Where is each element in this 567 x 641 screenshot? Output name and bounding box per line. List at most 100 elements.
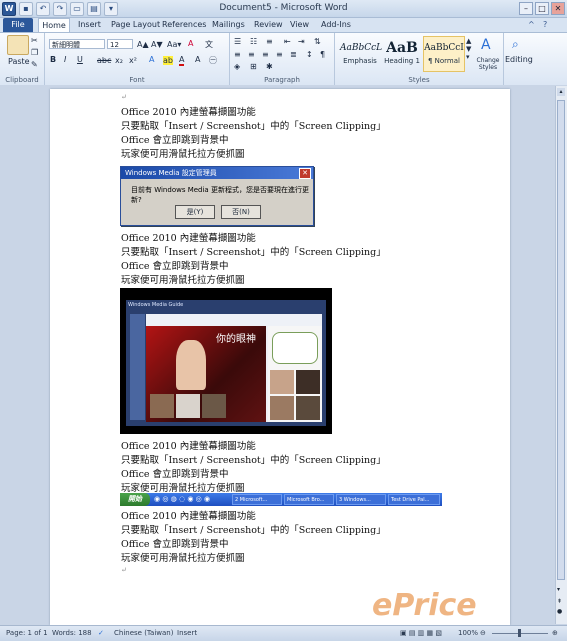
highlight-button[interactable]: ab [163, 56, 173, 65]
justify-icon[interactable]: ≡ [276, 50, 283, 59]
minimize-icon[interactable]: – [519, 2, 533, 15]
dialog-no-button: 否(N) [221, 205, 261, 219]
thumbnail [202, 394, 226, 418]
media-guide-content: 你的眼神 [146, 314, 322, 422]
copy-icon[interactable]: ❐ [31, 48, 38, 57]
tab-references[interactable]: References [162, 18, 206, 32]
styles-label: Styles [408, 76, 430, 84]
binoculars-icon[interactable]: ⌕ [512, 37, 519, 52]
maximize-icon[interactable]: □ [535, 2, 549, 15]
shrink-font-button[interactable]: A▼ [151, 40, 163, 49]
font-family-select[interactable]: 新細明體 [49, 39, 105, 49]
text-line: 玩家便可用滑鼠托拉方便抓圖 [121, 483, 245, 494]
insert-mode[interactable]: Insert [177, 629, 197, 637]
media-guide-tab: Windows Media Guide [128, 302, 184, 308]
increase-indent-icon[interactable]: ⇥ [298, 37, 305, 46]
scroll-down-icon[interactable]: ▾ [557, 586, 560, 593]
font-size-select[interactable]: 12 [107, 39, 133, 49]
style-sample: AaBbCcI [424, 43, 464, 53]
multilevel-list-icon[interactable]: ≡ [266, 37, 273, 46]
paragraph-label: Paragraph [264, 76, 300, 84]
tab-home[interactable]: Home [38, 18, 70, 32]
character-shading-icon[interactable]: A [195, 55, 200, 64]
scroll-thumb[interactable] [557, 100, 565, 580]
align-center-icon[interactable]: ≡ [248, 50, 255, 59]
subscript-button[interactable]: x₂ [115, 56, 123, 65]
thumbnail [296, 370, 320, 394]
text-effects-icon[interactable]: A [149, 55, 154, 64]
thumbnail [296, 396, 320, 420]
align-left-icon[interactable]: ≡ [234, 50, 241, 59]
phonetic-guide-icon[interactable]: 文 [205, 39, 213, 50]
ruler-toggle-icon[interactable]: ▴ [557, 88, 565, 96]
underline-button[interactable]: U [77, 55, 83, 64]
font-label: Font [129, 76, 145, 84]
text-line: Office 會立即跳到背景中 [121, 261, 229, 272]
style-heading-1[interactable]: AaB Heading 1 [381, 36, 423, 72]
tab-review[interactable]: Review [254, 18, 283, 32]
text-line: Office 2010 內建螢幕擷圖功能 [121, 233, 256, 244]
strikethrough-button[interactable]: abc [97, 56, 111, 65]
zoom-out-icon[interactable]: ⊖ [480, 629, 486, 637]
portrait-figure [176, 340, 206, 390]
style-normal[interactable]: AaBbCcI ¶ Normal [423, 36, 465, 72]
bullets-icon[interactable]: ☰ [234, 37, 241, 46]
change-styles-icon[interactable]: A [481, 37, 491, 53]
previous-page-icon[interactable]: ⇞ [557, 598, 562, 605]
word-count[interactable]: Words: 188 [52, 629, 92, 637]
browse-object-icon[interactable]: ● [557, 608, 562, 615]
view-buttons[interactable]: ▣ ▤ ▥ ▦ ▧ [400, 629, 442, 637]
close-icon[interactable]: ✕ [551, 2, 565, 15]
change-case-button[interactable]: Aa▾ [167, 40, 181, 49]
grow-font-button[interactable]: A▲ [137, 40, 149, 49]
media-player-sidebar [130, 314, 145, 420]
superscript-button[interactable]: x² [129, 56, 137, 65]
cut-icon[interactable]: ✂ [31, 36, 38, 45]
thumbnail [270, 396, 294, 420]
tab-mailings[interactable]: Mailings [212, 18, 245, 32]
distributed-icon[interactable]: ≣ [290, 50, 297, 59]
page-count[interactable]: Page: 1 of 1 [6, 629, 48, 637]
style-emphasis[interactable]: AaBbCcL Emphasis [339, 36, 382, 72]
italic-button[interactable]: I [64, 55, 66, 64]
vertical-scrollbar[interactable]: ▴ ▾ ⇞ ● [555, 86, 567, 624]
shading-icon[interactable]: ◈ [234, 62, 240, 71]
text-line: Office 2010 內建螢幕擷圖功能 [121, 511, 256, 522]
tab-insert[interactable]: Insert [78, 18, 101, 32]
zoom-slider-thumb[interactable] [518, 629, 521, 637]
tab-add-ins[interactable]: Add-Ins [321, 18, 351, 32]
borders-icon[interactable]: ⊞ [250, 62, 257, 71]
styles-group: AaBbCcL Emphasis AaB Heading 1 AaBbCcI ¶… [335, 33, 504, 85]
tab-page-layout[interactable]: Page Layout [111, 18, 160, 32]
format-painter-icon[interactable]: ✎ [31, 60, 38, 69]
clear-formatting-button[interactable]: A [188, 39, 193, 48]
help-icon[interactable]: ? [543, 18, 547, 32]
paste-icon[interactable] [7, 35, 29, 55]
dialog-close-icon: ✕ [299, 168, 311, 179]
promo-sidebar [268, 326, 322, 422]
zoom-in-icon[interactable]: ⊕ [552, 629, 558, 637]
font-color-button[interactable]: A [179, 55, 185, 66]
editing-button[interactable]: Editing [505, 55, 533, 64]
language-indicator[interactable]: Chinese (Taiwan) [114, 629, 173, 637]
paste-button[interactable]: Paste [8, 57, 30, 66]
proofing-icon[interactable]: ✓ [98, 629, 104, 637]
change-styles-button[interactable]: Change Styles [475, 57, 501, 71]
tab-view[interactable]: View [290, 18, 309, 32]
sort-icon[interactable]: ⇅ [314, 37, 321, 46]
tab-file[interactable]: File [3, 18, 33, 32]
align-right-icon[interactable]: ≡ [262, 50, 269, 59]
bold-button[interactable]: B [50, 55, 56, 64]
status-bar: Page: 1 of 1 Words: 188 ✓ Chinese (Taiwa… [0, 625, 567, 641]
text-line: 只要點取「Insert / Screenshot」中的「Screen Clipp… [121, 247, 386, 258]
asian-layout-icon[interactable]: ✱ [266, 62, 273, 71]
numbering-icon[interactable]: ☷ [250, 37, 257, 46]
zoom-level[interactable]: 100% [458, 629, 478, 637]
minimize-ribbon-icon[interactable]: ^ [528, 18, 535, 32]
enclose-characters-icon[interactable]: ㊀ [209, 55, 217, 66]
show-hide-marks-icon[interactable]: ¶ [320, 50, 325, 59]
decrease-indent-icon[interactable]: ⇤ [284, 37, 291, 46]
thumbnail [176, 394, 200, 418]
styles-scroll-icon[interactable]: ▲ ▼ ▾ [466, 37, 471, 61]
line-spacing-icon[interactable]: ↕ [306, 50, 313, 59]
